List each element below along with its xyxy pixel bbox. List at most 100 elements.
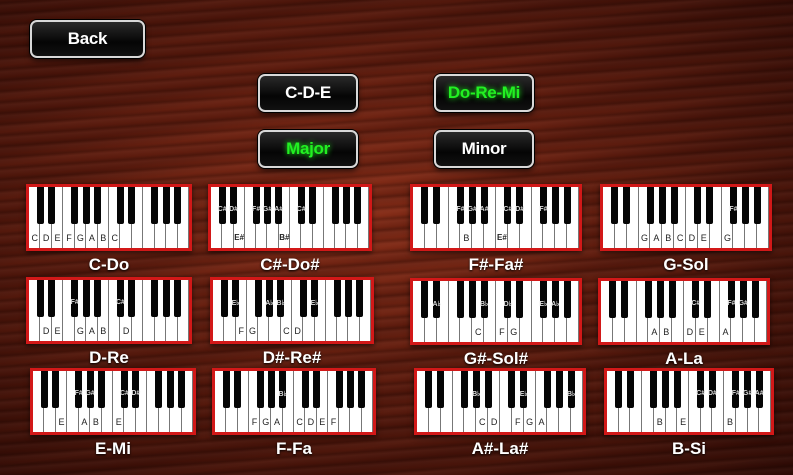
black-key[interactable] — [615, 371, 623, 408]
black-key[interactable] — [644, 281, 652, 318]
black-key[interactable] — [662, 371, 670, 408]
keyboard-f-fa-[interactable]: B E# F# G# A# C# D# F# — [410, 184, 582, 251]
black-key[interactable] — [345, 280, 352, 317]
black-key[interactable] — [460, 371, 468, 408]
keyboard-f-fa[interactable]: F G A C D E F B♭ — [212, 368, 376, 435]
black-key[interactable] — [673, 371, 681, 408]
black-key[interactable] — [437, 371, 445, 408]
black-key[interactable] — [151, 280, 159, 317]
black-key[interactable] — [48, 280, 56, 317]
black-key[interactable] — [48, 187, 56, 224]
black-key[interactable] — [551, 187, 559, 224]
black-key[interactable] — [358, 371, 366, 408]
black-key[interactable] — [166, 371, 174, 408]
black-key[interactable] — [309, 187, 316, 224]
black-key[interactable] — [234, 371, 241, 408]
keyboard-b-si[interactable]: B E B C# D# F# G# A# — [604, 368, 774, 435]
black-key[interactable] — [162, 187, 170, 224]
black-key[interactable] — [563, 281, 571, 318]
black-key[interactable] — [37, 280, 44, 317]
black-key[interactable] — [151, 187, 159, 224]
black-key[interactable] — [753, 187, 761, 224]
black-key[interactable] — [128, 187, 136, 224]
black-key[interactable] — [741, 187, 749, 224]
black-key[interactable] — [650, 371, 658, 408]
white-key-label: D — [294, 326, 301, 336]
black-key[interactable] — [347, 371, 354, 408]
black-key[interactable] — [626, 371, 634, 408]
black-key[interactable] — [178, 371, 185, 408]
black-key[interactable] — [301, 371, 309, 408]
black-key[interactable] — [128, 280, 136, 317]
black-key[interactable] — [670, 187, 678, 224]
black-key[interactable] — [421, 187, 429, 224]
black-key[interactable] — [254, 280, 262, 317]
white-key-label: F — [238, 326, 244, 336]
black-key[interactable] — [37, 187, 44, 224]
black-key[interactable] — [174, 187, 181, 224]
black-key[interactable] — [356, 280, 364, 317]
black-key[interactable] — [543, 371, 551, 408]
black-key[interactable] — [425, 371, 433, 408]
black-key[interactable] — [668, 281, 676, 318]
black-key[interactable] — [555, 371, 563, 408]
black-key[interactable] — [82, 280, 90, 317]
black-key[interactable] — [117, 187, 124, 224]
black-key[interactable] — [646, 187, 654, 224]
black-key[interactable] — [484, 371, 492, 408]
black-key[interactable] — [421, 281, 429, 318]
black-key[interactable] — [623, 187, 631, 224]
black-key[interactable] — [82, 187, 90, 224]
black-key[interactable] — [335, 371, 343, 408]
black-key[interactable] — [299, 280, 307, 317]
black-key[interactable] — [174, 280, 181, 317]
note-names-cde-button[interactable]: C-D-E — [258, 74, 358, 112]
black-key[interactable] — [354, 187, 362, 224]
black-key[interactable] — [609, 281, 617, 318]
black-key[interactable] — [611, 187, 619, 224]
black-key[interactable] — [222, 371, 230, 408]
black-key[interactable] — [508, 371, 516, 408]
black-key[interactable] — [98, 371, 105, 408]
black-key[interactable] — [155, 371, 163, 408]
black-key[interactable] — [52, 371, 60, 408]
black-key[interactable] — [694, 187, 702, 224]
keyboard-c-do-[interactable]: E# B# C# D# F# G# A# C# — [208, 184, 372, 251]
black-key[interactable] — [71, 187, 79, 224]
black-key[interactable] — [333, 280, 341, 317]
black-key[interactable] — [313, 371, 320, 408]
keyboard-g-sol[interactable]: G A B C D E G F# — [600, 184, 772, 251]
black-key[interactable] — [621, 281, 629, 318]
keyboard-d-re[interactable]: D E G A B D F# C# — [26, 277, 192, 344]
black-key[interactable] — [331, 187, 339, 224]
back-button[interactable]: Back — [30, 20, 145, 58]
black-key[interactable] — [706, 187, 714, 224]
black-key[interactable] — [41, 371, 48, 408]
black-key[interactable] — [704, 281, 712, 318]
black-key[interactable] — [256, 371, 264, 408]
keyboard-d-re-[interactable]: F G C D E♭ A♭ B♭ E♭ — [210, 277, 374, 344]
keyboard-a-la[interactable]: A B D E A C# F# G# — [598, 278, 770, 345]
keyboard-a-la-[interactable]: C D F G A B♭ E♭ B♭ — [414, 368, 586, 435]
black-key[interactable] — [563, 187, 571, 224]
keyboard-c-do[interactable]: CDEFGABC — [26, 184, 192, 251]
black-key[interactable] — [94, 187, 101, 224]
black-key[interactable] — [94, 280, 101, 317]
black-key[interactable] — [433, 187, 441, 224]
minor-button[interactable]: Minor — [434, 130, 534, 168]
black-key[interactable] — [658, 187, 666, 224]
black-key[interactable] — [751, 281, 759, 318]
keyboard-e-mi[interactable]: E A B E F# G# C# D# — [30, 368, 196, 435]
black-key[interactable] — [343, 187, 350, 224]
note-names-doremi-button[interactable]: Do-Re-Mi — [434, 74, 534, 112]
keyboard-g-sol-[interactable]: C F G A♭ B♭ D♭ E♭ A♭ — [410, 278, 582, 345]
major-button[interactable]: Major — [258, 130, 358, 168]
black-key[interactable] — [220, 280, 228, 317]
scale-caption: C-Do — [88, 255, 130, 274]
black-key[interactable] — [656, 281, 664, 318]
black-key[interactable] — [456, 281, 464, 318]
black-key[interactable] — [162, 280, 170, 317]
black-key[interactable] — [468, 281, 476, 318]
black-key[interactable] — [268, 371, 275, 408]
black-key[interactable] — [516, 281, 524, 318]
